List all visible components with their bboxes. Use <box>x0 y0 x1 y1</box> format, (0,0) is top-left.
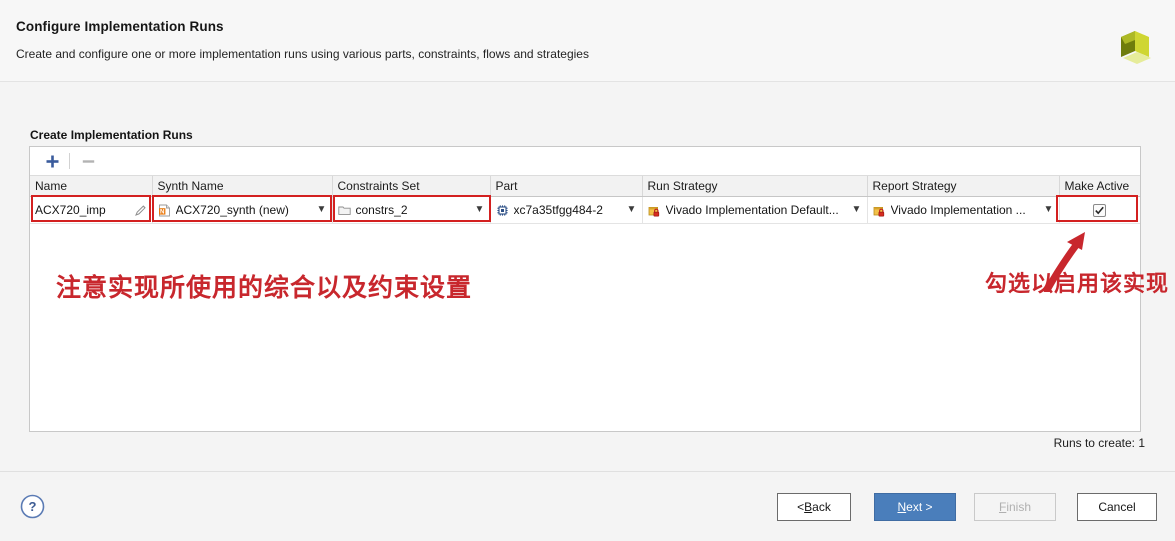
chevron-down-icon[interactable]: ▼ <box>1042 205 1056 215</box>
next-button-rest: ext > <box>906 500 933 514</box>
next-button-mnemonic: N <box>897 500 907 514</box>
xilinx-logo <box>1121 31 1151 64</box>
column-header-synth-name[interactable]: Synth Name <box>152 176 333 197</box>
make-active-checkbox[interactable] <box>1093 203 1107 217</box>
cell-report-strategy[interactable]: Vivado Implementation ... ▼ <box>867 196 1060 224</box>
back-button-rest: ack <box>812 500 831 514</box>
chip-icon <box>496 203 510 217</box>
pencil-icon[interactable] <box>133 203 149 217</box>
svg-text:N: N <box>160 208 165 215</box>
implementation-runs-table: Name Synth Name Constraints Set Part Run… <box>30 176 1140 224</box>
cancel-button[interactable]: Cancel <box>1077 493 1157 521</box>
chevron-down-icon[interactable]: ▼ <box>473 205 487 215</box>
toolbar-divider <box>69 153 70 169</box>
arrow-up-right-icon <box>1043 232 1085 292</box>
strategy-lock-icon <box>648 203 662 217</box>
annotation-left-note: 注意实现所使用的综合以及约束设置 <box>56 273 473 302</box>
synth-run-icon: N <box>158 203 172 217</box>
finish-button-mnemonic: F <box>998 500 1007 514</box>
add-run-button[interactable] <box>40 150 64 172</box>
chevron-down-icon[interactable]: ▼ <box>315 205 329 215</box>
constraints-set-value[interactable]: constrs_2 <box>356 203 469 217</box>
column-header-report-strategy[interactable]: Report Strategy <box>867 176 1060 197</box>
column-header-name[interactable]: Name <box>30 176 153 197</box>
chevron-down-icon[interactable]: ▼ <box>850 205 864 215</box>
synth-name-value[interactable]: ACX720_synth (new) <box>176 203 311 217</box>
remove-run-button <box>76 150 100 172</box>
back-button-prefix: < <box>797 500 805 514</box>
column-header-part[interactable]: Part <box>490 176 643 197</box>
next-button[interactable]: Next > <box>874 493 956 521</box>
help-button[interactable]: ? <box>20 494 45 519</box>
column-header-run-strategy[interactable]: Run Strategy <box>642 176 868 197</box>
chevron-down-icon[interactable]: ▼ <box>625 205 639 215</box>
cell-make-active[interactable] <box>1059 196 1140 224</box>
cell-run-strategy[interactable]: Vivado Implementation Default... ▼ <box>642 196 868 224</box>
column-header-make-active[interactable]: Make Active <box>1059 176 1140 197</box>
dialog-body: Create Implementation Runs Name Synth Na… <box>0 82 1175 471</box>
minus-icon <box>82 159 94 163</box>
cell-name[interactable]: ACX720_imp <box>30 196 153 224</box>
folder-icon <box>338 203 352 217</box>
finish-button-rest: inish <box>1006 500 1032 514</box>
back-button[interactable]: < Back <box>777 493 851 521</box>
section-title: Create Implementation Runs <box>30 128 193 142</box>
table-header-row: Name Synth Name Constraints Set Part Run… <box>30 176 1140 197</box>
dialog-button-bar: ? < Back Next > Finish Cancel <box>0 471 1175 541</box>
page-subtitle: Create and configure one or more impleme… <box>16 47 589 61</box>
svg-text:?: ? <box>29 499 37 514</box>
report-strategy-value[interactable]: Vivado Implementation ... <box>891 203 1038 217</box>
checkmark-icon <box>1095 206 1105 214</box>
back-button-mnemonic: B <box>804 500 813 514</box>
table-row[interactable]: ACX720_imp N ACX720_synth (new) ▼ constr… <box>30 196 1140 224</box>
cancel-button-label: Cancel <box>1098 500 1136 514</box>
cell-synth-name[interactable]: N ACX720_synth (new) ▼ <box>152 196 333 224</box>
run-name-value[interactable]: ACX720_imp <box>35 203 129 217</box>
cell-part[interactable]: xc7a35tfgg484-2 ▼ <box>490 196 643 224</box>
finish-button: Finish <box>974 493 1056 521</box>
runs-toolbar <box>30 147 1140 176</box>
page-title: Configure Implementation Runs <box>16 19 224 34</box>
column-header-constraints-set[interactable]: Constraints Set <box>332 176 491 197</box>
strategy-lock-icon <box>873 203 887 217</box>
part-value[interactable]: xc7a35tfgg484-2 <box>514 203 621 217</box>
run-strategy-value[interactable]: Vivado Implementation Default... <box>666 203 846 217</box>
wizard-header: Configure Implementation Runs Create and… <box>0 0 1175 82</box>
runs-to-create-label: Runs to create: 1 <box>1053 436 1145 450</box>
plus-icon <box>46 155 58 167</box>
cell-constraints-set[interactable]: constrs_2 ▼ <box>332 196 491 224</box>
